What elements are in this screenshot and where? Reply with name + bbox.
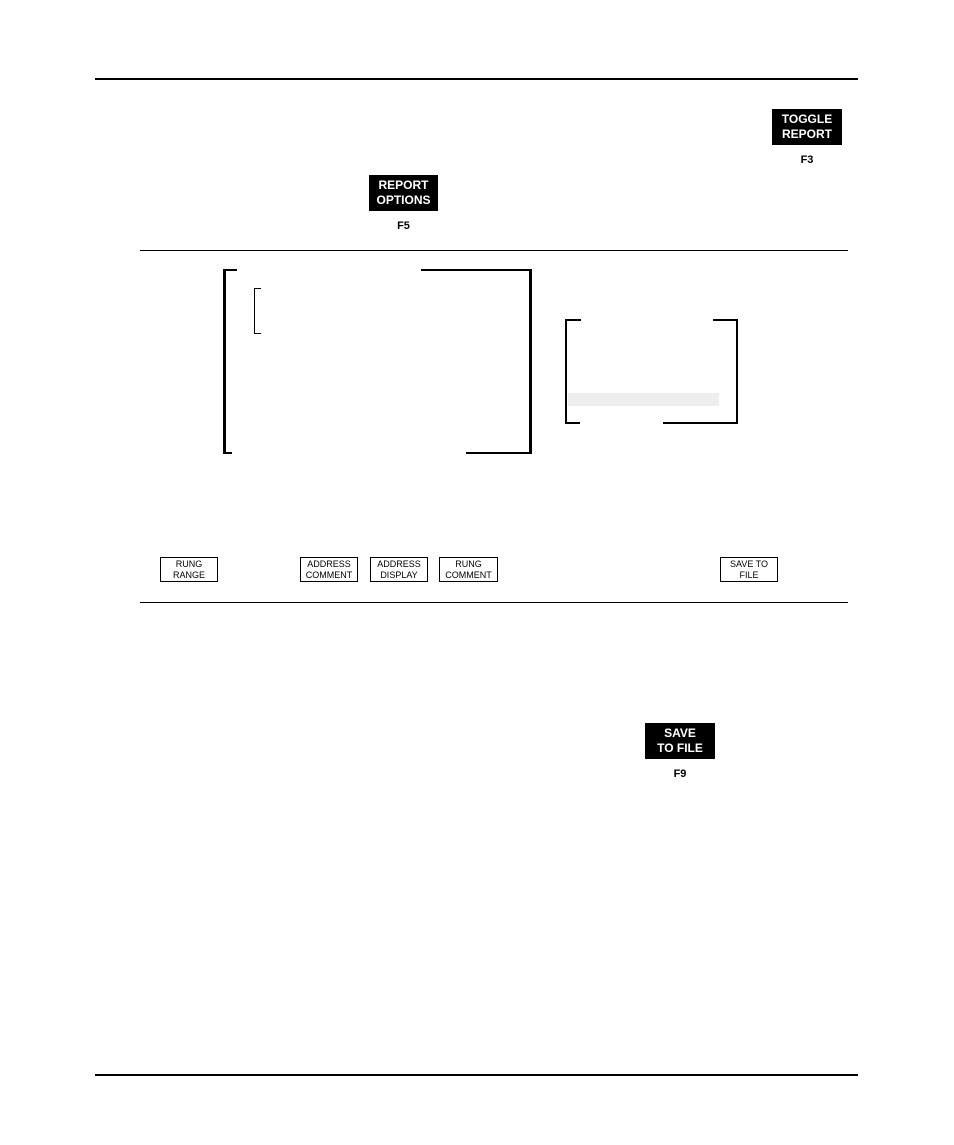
softkey-rung-comment[interactable]: RUNG COMMENT	[439, 557, 498, 582]
softkey-label: RUNG	[175, 558, 203, 569]
softkey-label: FILE	[739, 569, 759, 580]
footer-rule	[95, 1074, 858, 1076]
f3-label: F3	[800, 154, 814, 166]
report-options-key[interactable]: REPORT OPTIONS	[369, 175, 438, 211]
softkey-label: DISPLAY	[380, 569, 418, 580]
save-to-file-key-line1: SAVE	[664, 726, 696, 740]
save-to-file-key-line2: TO FILE	[657, 741, 703, 755]
menu-highlight-bar[interactable]	[568, 393, 719, 406]
toggle-report-key[interactable]: TOGGLE REPORT	[772, 109, 842, 145]
softkey-address-display[interactable]: ADDRESS DISPLAY	[370, 557, 428, 582]
save-to-file-key[interactable]: SAVE TO FILE	[645, 723, 715, 759]
softkey-label: ADDRESS	[307, 558, 351, 569]
report-options-key-line1: REPORT	[378, 178, 429, 192]
softkey-label: COMMENT	[305, 569, 353, 580]
f9-label: F9	[673, 768, 687, 780]
softkey-label: SAVE TO	[729, 558, 769, 569]
softkey-label: ADDRESS	[377, 558, 421, 569]
section-divider-top	[140, 250, 848, 251]
softkey-label: RUNG	[455, 558, 482, 569]
softkey-address-comment[interactable]: ADDRESS COMMENT	[300, 557, 358, 582]
report-options-key-line2: OPTIONS	[376, 193, 431, 207]
section-divider-bottom	[140, 602, 848, 603]
softkey-label: RANGE	[172, 569, 205, 580]
f5-label: F5	[397, 220, 410, 232]
softkey-label: COMMENT	[445, 569, 492, 580]
header-rule	[95, 78, 858, 80]
softkey-save-to-file[interactable]: SAVE TO FILE	[720, 557, 778, 582]
softkey-rung-range[interactable]: RUNG RANGE	[160, 557, 218, 582]
toggle-report-key-line1: TOGGLE	[781, 112, 833, 126]
toggle-report-key-line2: REPORT	[781, 127, 832, 141]
